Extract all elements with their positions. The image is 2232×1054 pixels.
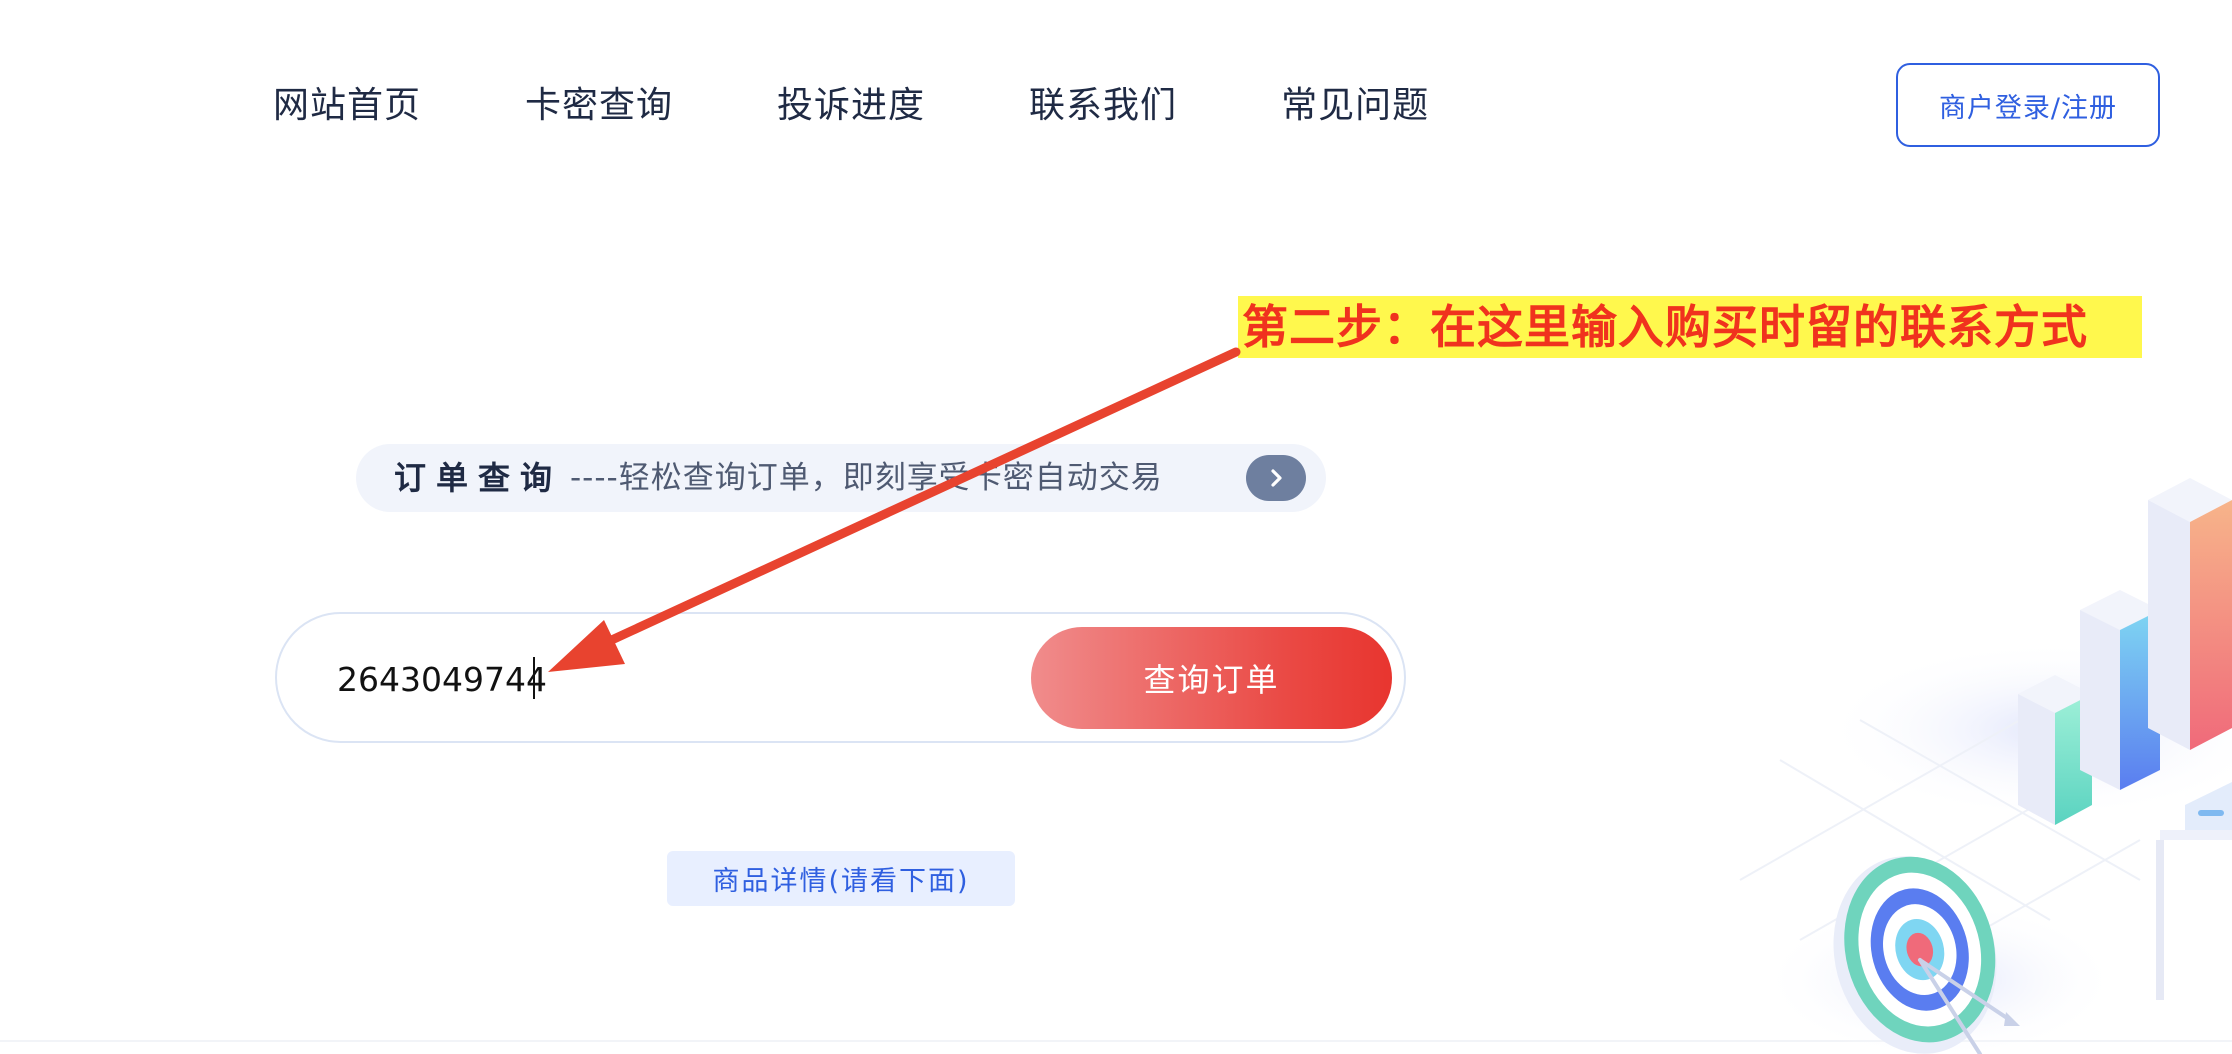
merchant-login-button[interactable]: 商户登录/注册 [1896,63,2160,147]
chart-target-illustration [1739,478,2232,1054]
nav-item-card-query[interactable]: 卡密查询 [525,76,673,136]
nav-item-home[interactable]: 网站首页 [273,76,421,136]
annotation-step-two: 第二步：在这里输入购买时留的联系方式 [1238,296,2142,358]
query-title: 订单查询 [394,459,563,497]
query-order-button[interactable]: 查询订单 [1031,627,1392,729]
page: 网站首页 卡密查询 投诉进度 联系我们 常见问题 商户登录/注册 第二步：在这里… [0,0,2232,1054]
top-nav: 网站首页 卡密查询 投诉进度 联系我们 常见问题 [273,76,1533,136]
nav-item-faq[interactable]: 常见问题 [1281,76,1429,136]
query-subtitle-bar: 订单查询 ----轻松查询订单，即刻享受卡密自动交易 [356,444,1326,512]
query-subtitle: ----轻松查询订单，即刻享受卡密自动交易 [570,460,1163,496]
contact-input[interactable] [337,644,937,714]
product-details-button[interactable]: 商品详情(请看下面) [667,851,1015,906]
chevron-right-icon[interactable] [1246,455,1306,501]
nav-item-contact[interactable]: 联系我们 [1029,76,1177,136]
nav-item-complaint[interactable]: 投诉进度 [777,76,925,136]
